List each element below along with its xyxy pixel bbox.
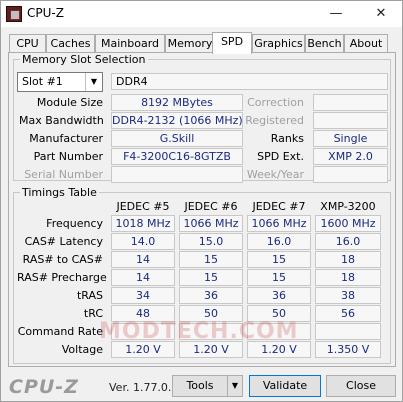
timing-cell: 18 (315, 269, 381, 286)
cpuz-brand-logo: CPU-Z (9, 376, 79, 398)
max-bandwidth-value: DDR4-2132 (1066 MHz) (111, 112, 243, 129)
validate-button[interactable]: Validate (249, 375, 321, 397)
timing-cell: 15 (179, 251, 243, 268)
part-number-value: F4-3200C16-8GTZB (111, 148, 243, 165)
timing-row-label: Frequency (46, 217, 103, 230)
tab-spd[interactable]: SPD (212, 32, 252, 54)
timing-cell: 34 (111, 287, 175, 304)
timings-legend: Timings Table (22, 186, 97, 199)
timing-cell: 14.0 (111, 233, 175, 250)
timing-cell: 15 (247, 251, 311, 268)
window-title: CPU-Z (27, 6, 64, 20)
timing-row-label: tRAS (76, 289, 103, 302)
title-bar: CPU-Z — ✕ (1, 1, 402, 27)
modtech-watermark: MODTECH.COM (99, 319, 299, 344)
timing-row-label: CAS# Latency (24, 235, 103, 248)
ranks-label: Ranks (270, 132, 304, 145)
timing-cell: 14 (111, 251, 175, 268)
timing-cell: 15 (179, 269, 243, 286)
tab-memory[interactable]: Memory (165, 34, 215, 53)
tab-about[interactable]: About (344, 34, 388, 53)
timing-row-label: tRC (83, 307, 103, 320)
timing-cell: 15 (247, 269, 311, 286)
timing-row-label: RAS# Precharge (17, 271, 107, 284)
registered-value (313, 112, 388, 129)
timing-row-label: RAS# to CAS# (22, 253, 103, 266)
memory-type-field: DDR4 (111, 73, 388, 90)
minimize-button[interactable]: — (316, 1, 356, 27)
timing-row-label: Command Rate (17, 325, 103, 338)
week-year-label: Week/Year (246, 168, 304, 181)
serial-number-label: Serial Number (24, 168, 103, 181)
serial-number-value (111, 166, 243, 183)
manufacturer-value: G.Skill (111, 130, 243, 147)
timing-cell: 1018 MHz (111, 215, 175, 232)
close-button[interactable]: Close (326, 375, 396, 397)
timing-cell: 36 (179, 287, 243, 304)
correction-value (313, 94, 388, 111)
timing-column-header: XMP-3200 (320, 200, 376, 213)
module-size-value: 8192 MBytes (111, 94, 243, 111)
timing-cell: 14 (111, 269, 175, 286)
tab-cpu[interactable]: CPU (9, 34, 46, 53)
manufacturer-label: Manufacturer (29, 132, 103, 145)
part-number-label: Part Number (33, 150, 103, 163)
timing-cell: 18 (315, 251, 381, 268)
timing-column-header: JEDEC #6 (184, 200, 238, 213)
timing-column-header: JEDEC #5 (116, 200, 170, 213)
cpuz-app-icon (6, 6, 22, 22)
timing-cell: 1.350 V (315, 341, 381, 358)
timing-row-label: Voltage (61, 343, 103, 356)
close-window-button[interactable]: ✕ (361, 1, 401, 27)
correction-label: Correction (247, 96, 304, 109)
timing-cell: 15.0 (179, 233, 243, 250)
tab-graphics[interactable]: Graphics (252, 34, 305, 53)
week-year-value (313, 166, 388, 183)
tab-mainboard[interactable]: Mainboard (95, 34, 165, 53)
slot-select-value: Slot #1 (22, 75, 63, 88)
timing-cell: 1066 MHz (179, 215, 243, 232)
timing-cell: 36 (247, 287, 311, 304)
tools-button[interactable]: Tools (172, 375, 228, 397)
timing-cell: 1600 MHz (315, 215, 381, 232)
timing-cell: 38 (315, 287, 381, 304)
max-bandwidth-label: Max Bandwidth (19, 114, 104, 127)
ranks-value: Single (313, 130, 388, 147)
timing-cell: 16.0 (315, 233, 381, 250)
timing-cell: 16.0 (247, 233, 311, 250)
memory-slot-legend: Memory Slot Selection (22, 53, 146, 66)
tab-caches[interactable]: Caches (46, 34, 95, 53)
chevron-down-icon: ▼ (85, 73, 102, 91)
timing-cell (315, 323, 381, 340)
spd-ext-value: XMP 2.0 (313, 148, 388, 165)
tools-dropdown-icon[interactable]: ▼ (227, 375, 243, 397)
tab-bench[interactable]: Bench (305, 34, 344, 53)
cpuz-window: CPU-Z — ✕ CPU Caches Mainboard Memory SP… (0, 0, 403, 402)
timing-cell: 56 (315, 305, 381, 322)
timing-cell: 1066 MHz (247, 215, 311, 232)
spd-ext-label: SPD Ext. (257, 150, 304, 163)
slot-select[interactable]: Slot #1 ▼ (17, 72, 103, 92)
module-size-label: Module Size (36, 96, 103, 109)
status-bar: CPU-Z Ver. 1.77.0.x64 Tools ▼ Validate C… (1, 371, 402, 401)
spd-panel: Memory Slot Selection Slot #1 ▼ DDR4 Mod… (8, 52, 396, 367)
timing-column-header: JEDEC #7 (252, 200, 306, 213)
registered-label: Registered (245, 114, 304, 127)
